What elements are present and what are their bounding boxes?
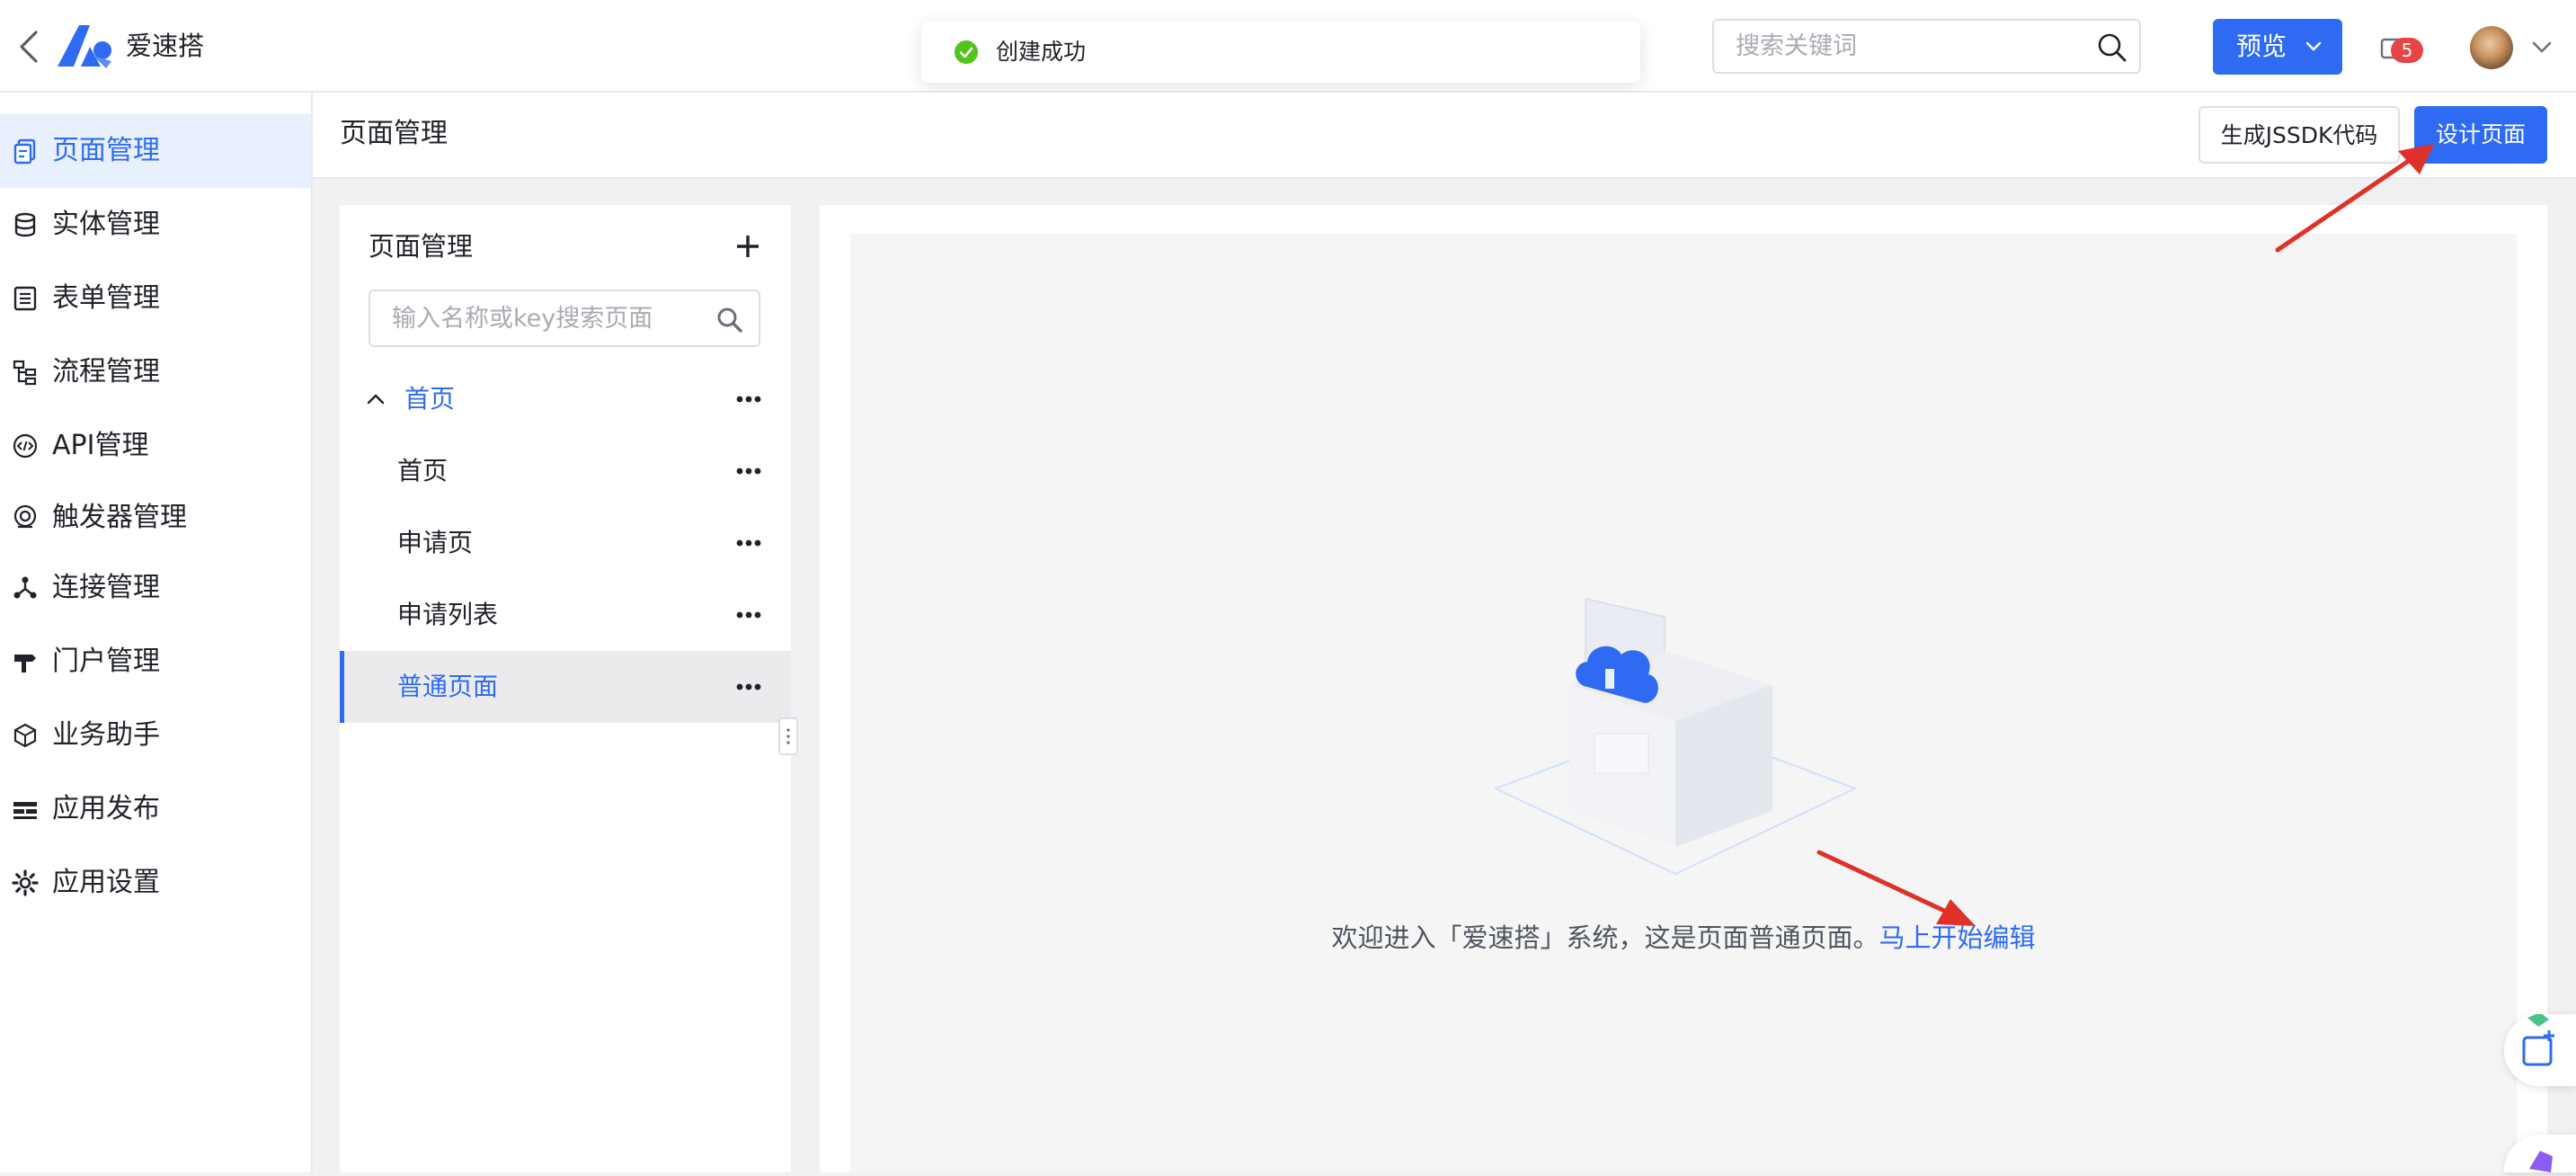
tree-group-home[interactable]: 首页	[340, 363, 791, 435]
tree-item-selected[interactable]: 普通页面	[340, 651, 791, 723]
search-icon[interactable]	[715, 306, 744, 334]
sidebar-item-label: API管理	[52, 430, 149, 461]
sidebar-item-label: 业务助手	[52, 719, 160, 751]
floating-helper-button[interactable]	[2504, 1012, 2576, 1086]
back-arrow-icon[interactable]	[13, 27, 47, 67]
widget-logo-icon	[2529, 1151, 2553, 1172]
check-circle-icon	[955, 40, 978, 64]
sidebar-item-label: 应用发布	[52, 793, 160, 824]
chevron-down-icon[interactable]	[2529, 36, 2554, 58]
sidebar-item-label: 流程管理	[52, 356, 160, 388]
toast-message: 创建成功	[996, 39, 1087, 65]
more-options-icon[interactable]	[733, 387, 764, 412]
preview-label: 预览	[2236, 31, 2287, 61]
annotation-arrow-icon	[2275, 144, 2434, 253]
sidebar-item-label: 触发器管理	[52, 502, 187, 533]
api-icon	[13, 433, 38, 459]
app-name: 爱速搭	[126, 31, 205, 61]
welcome-message: 欢迎进入「爱速搭」系统，这是页面普通页面。马上开始编辑	[850, 920, 2517, 956]
user-avatar[interactable]	[2470, 26, 2513, 69]
page-tree-panel: 页面管理 输入名称或key搜索页面 首页 首页 申请页 申请列表 普通页面	[340, 205, 791, 1172]
add-window-icon	[2522, 1012, 2554, 1066]
tree-item[interactable]: 申请列表	[340, 579, 791, 651]
more-options-icon[interactable]	[733, 459, 764, 484]
sidebar-item-entities[interactable]: 实体管理	[0, 188, 311, 262]
app-logo-icon	[58, 25, 111, 68]
preview-button[interactable]: 预览	[2213, 19, 2342, 75]
sidebar-item-assistant[interactable]: 业务助手	[0, 699, 311, 772]
assistant-icon	[13, 723, 37, 748]
selection-indicator	[340, 651, 344, 723]
portal-icon	[14, 655, 36, 673]
sidebar-item-label: 实体管理	[52, 209, 160, 240]
sidebar-item-forms[interactable]: 表单管理	[0, 262, 311, 335]
search-placeholder: 搜索关键词	[1736, 32, 1857, 60]
sidebar-item-label: 门户管理	[52, 646, 160, 677]
sidebar-item-portals[interactable]: 门户管理	[0, 625, 311, 699]
connection-icon	[13, 576, 37, 599]
sidebar-item-label: 应用设置	[52, 867, 160, 898]
page-canvas: 欢迎进入「爱速搭」系统，这是页面普通页面。马上开始编辑	[850, 234, 2517, 1172]
chevron-down-icon	[2305, 41, 2322, 51]
chevron-up-icon[interactable]	[365, 388, 386, 410]
empty-state-illustration	[1493, 598, 1858, 876]
trigger-icon	[13, 504, 37, 529]
sidebar-item-label: 连接管理	[52, 572, 160, 603]
sidebar-item-triggers[interactable]: 触发器管理	[0, 481, 311, 555]
more-options-icon[interactable]	[733, 674, 764, 699]
tree-item-label: 普通页面	[397, 672, 499, 701]
page-title: 页面管理	[340, 118, 448, 149]
tree-item-label: 首页	[397, 456, 449, 486]
tree-title: 页面管理	[369, 231, 474, 262]
sidebar-item-settings[interactable]: 应用设置	[0, 846, 311, 920]
sidebar-item-api[interactable]: API管理	[0, 409, 311, 483]
drag-handle-icon	[786, 728, 790, 744]
more-options-icon[interactable]	[733, 530, 764, 556]
tree-item-label: 申请列表	[397, 600, 499, 629]
add-page-icon[interactable]	[735, 234, 760, 259]
sidebar-item-workflows[interactable]: 流程管理	[0, 335, 311, 409]
panel-resize-handle[interactable]	[778, 717, 798, 755]
tree-item[interactable]: 申请页	[340, 507, 791, 579]
floating-widget[interactable]	[2504, 1135, 2576, 1172]
sidebar-item-label: 表单管理	[52, 282, 160, 314]
left-sidebar: 页面管理 实体管理 表单管理 流程管理 API管理 触发器管理 连接管理 门户管…	[0, 93, 313, 1172]
annotation-arrow-icon	[1817, 850, 1976, 926]
tree-item[interactable]: 首页	[340, 435, 791, 507]
sidebar-item-connections[interactable]: 连接管理	[0, 551, 311, 625]
sidebar-item-publish[interactable]: 应用发布	[0, 772, 311, 846]
page-search-input[interactable]: 输入名称或key搜索页面	[369, 290, 760, 347]
success-toast: 创建成功	[921, 22, 1640, 83]
form-icon	[13, 286, 37, 311]
tree-group-label: 首页	[404, 384, 456, 414]
page-search-placeholder: 输入名称或key搜索页面	[392, 305, 653, 333]
publish-icon	[13, 802, 37, 819]
pages-icon	[13, 138, 36, 165]
welcome-text: 欢迎进入「爱速搭」系统，这是页面普通页面。	[1331, 922, 1879, 953]
tree-item-label: 申请页	[397, 528, 474, 557]
database-icon	[14, 212, 36, 237]
settings-icon	[12, 869, 39, 896]
sidebar-item-pages[interactable]: 页面管理	[0, 114, 311, 188]
search-icon[interactable]	[2096, 31, 2128, 64]
content-panel: 欢迎进入「爱速搭」系统，这是页面普通页面。马上开始编辑	[820, 205, 2547, 1172]
global-search-input[interactable]: 搜索关键词	[1712, 19, 2141, 74]
notification-badge: 5	[2391, 38, 2423, 63]
sidebar-item-label: 页面管理	[52, 135, 160, 166]
more-options-icon[interactable]	[733, 602, 764, 628]
workflow-icon	[13, 360, 37, 386]
